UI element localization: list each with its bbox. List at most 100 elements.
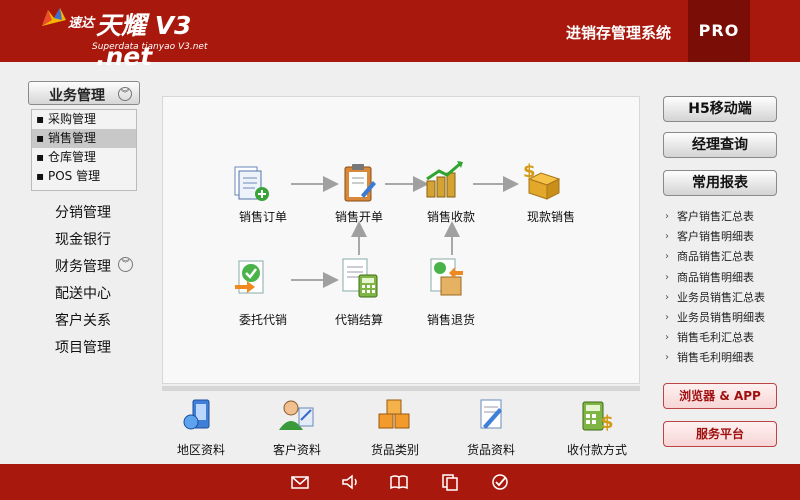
- chevron-right-icon: ›: [665, 291, 669, 303]
- report-link[interactable]: › 商品销售明细表: [663, 268, 793, 288]
- product-name: 天耀 V3 .net: [96, 11, 192, 71]
- footer-bar: [0, 464, 800, 500]
- nav-item-cash-bank[interactable]: 现金银行: [55, 229, 111, 249]
- edition-badge: PRO: [688, 0, 750, 62]
- sales-invoice-icon[interactable]: [337, 161, 381, 205]
- region-data-item[interactable]: 地区资料: [156, 392, 246, 458]
- payment-method-icon: $: [582, 401, 614, 433]
- brand-name: 速达: [68, 16, 95, 31]
- base-data-strip: 地区资料 客户资料 货品类别 货品资料 $ 收付款方式: [162, 392, 640, 464]
- sales-return-icon[interactable]: [425, 255, 469, 299]
- bullet-icon: ▪: [36, 112, 45, 126]
- submenu-item-warehouse[interactable]: ▪ 仓库管理: [32, 148, 136, 167]
- report-label: 业务员销售汇总表: [677, 290, 765, 304]
- goods-info-label: 货品资料: [466, 443, 515, 457]
- documents-icon[interactable]: [440, 473, 460, 491]
- h5-mobile-button[interactable]: H5移动端: [663, 96, 777, 122]
- consignment-settle-icon[interactable]: [337, 255, 381, 299]
- submenu-label: 仓库管理: [48, 150, 97, 164]
- logo: 速达 天耀 V3 .net Superdata tianyao V3.net: [40, 6, 240, 71]
- report-link[interactable]: › 业务员销售明细表: [663, 308, 793, 328]
- chevron-right-icon: ›: [665, 311, 669, 323]
- chevron-down-icon[interactable]: ︾: [118, 257, 133, 272]
- submenu-item-sales[interactable]: ▪ 销售管理: [32, 129, 136, 148]
- goods-category-label: 货品类别: [370, 443, 419, 457]
- bullet-icon: ▪: [36, 150, 45, 164]
- bullet-icon: ▪: [36, 131, 45, 145]
- chevron-down-icon: ︾: [118, 87, 132, 101]
- book-icon[interactable]: [389, 473, 409, 491]
- report-label: 客户销售明细表: [677, 230, 754, 244]
- report-link[interactable]: › 客户销售明细表: [663, 227, 793, 247]
- consignment-label[interactable]: 委托代销: [223, 311, 303, 328]
- report-link[interactable]: › 客户销售汇总表: [663, 207, 793, 227]
- nav-item-distribution[interactable]: 分销管理: [55, 202, 111, 222]
- goods-info-icon: [480, 399, 502, 429]
- report-label: 商品销售明细表: [677, 270, 754, 284]
- report-link[interactable]: › 业务员销售汇总表: [663, 288, 793, 308]
- submenu-item-purchase[interactable]: ▪ 采购管理: [32, 110, 136, 129]
- browser-app-button[interactable]: 浏览器 & APP: [663, 383, 777, 409]
- svg-text:$: $: [601, 412, 614, 432]
- sales-flow-panel: 销售订单 销售开单 销售收款 $ 现款销售 委托代销 代销结算 销售退货: [162, 96, 640, 384]
- report-label: 销售毛利明细表: [677, 351, 754, 365]
- sales-receipt-icon[interactable]: [423, 159, 467, 203]
- service-platform-button[interactable]: 服务平台: [663, 421, 777, 447]
- goods-info-item[interactable]: 货品资料: [446, 392, 536, 458]
- bullet-icon: ▪: [36, 169, 45, 183]
- payment-method-item[interactable]: $ 收付款方式: [552, 392, 642, 458]
- region-label: 地区资料: [176, 443, 225, 457]
- submenu-item-pos[interactable]: ▪ POS 管理: [32, 167, 136, 186]
- business-management-label: 业务管理: [49, 88, 105, 104]
- product-subtitle: Superdata tianyao V3.net: [92, 42, 208, 52]
- report-label: 销售毛利汇总表: [677, 331, 754, 345]
- sales-invoice-label[interactable]: 销售开单: [319, 208, 399, 225]
- submenu-label: POS 管理: [48, 169, 101, 183]
- check-icon[interactable]: [490, 473, 510, 491]
- nav-item-project[interactable]: 项目管理: [55, 337, 111, 357]
- manager-query-button[interactable]: 经理查询: [663, 132, 777, 158]
- common-reports-button[interactable]: 常用报表: [663, 170, 777, 196]
- chevron-right-icon: ›: [665, 231, 669, 243]
- sales-order-label[interactable]: 销售订单: [223, 208, 303, 225]
- consignment-icon[interactable]: [229, 255, 273, 299]
- business-submenu: ▪ 采购管理 ▪ 销售管理 ▪ 仓库管理 ▪ POS 管理: [31, 109, 137, 191]
- payment-method-label: 收付款方式: [566, 443, 627, 457]
- nav-item-customer-relations[interactable]: 客户关系: [55, 310, 111, 330]
- sales-return-label[interactable]: 销售退货: [411, 311, 491, 328]
- flow-arrows: [291, 176, 519, 288]
- customer-data-item[interactable]: 客户资料: [252, 392, 342, 458]
- sales-order-icon[interactable]: [229, 161, 273, 205]
- customer-icon: [279, 400, 314, 430]
- report-label: 业务员销售明细表: [677, 310, 765, 324]
- speaker-icon[interactable]: [340, 473, 360, 491]
- strip-separator: [162, 386, 640, 391]
- nav-item-finance[interactable]: 财务管理: [55, 256, 111, 276]
- region-icon: [183, 399, 210, 430]
- customer-label: 客户资料: [272, 443, 321, 457]
- business-management-button[interactable]: 业务管理 ︾: [28, 81, 140, 105]
- submenu-label: 销售管理: [48, 131, 97, 145]
- report-label: 商品销售汇总表: [677, 250, 754, 264]
- report-link[interactable]: › 销售毛利明细表: [663, 348, 793, 368]
- submenu-label: 采购管理: [48, 112, 97, 126]
- mail-icon[interactable]: [290, 473, 310, 491]
- cash-sale-label[interactable]: 现款销售: [511, 208, 591, 225]
- flag-logo-icon: [42, 8, 66, 26]
- sales-receipt-label[interactable]: 销售收款: [411, 208, 491, 225]
- report-link[interactable]: › 销售毛利汇总表: [663, 328, 793, 348]
- reports-list: › 客户销售汇总表 › 客户销售明细表 › 商品销售汇总表 › 商品销售明细表 › 业务员…: [663, 207, 793, 369]
- chevron-right-icon: ›: [665, 332, 669, 344]
- header-bar: 速达 天耀 V3 .net Superdata tianyao V3.net 进…: [0, 0, 800, 71]
- chevron-right-icon: ›: [665, 251, 669, 263]
- nav-item-distribution-center[interactable]: 配送中心: [55, 283, 111, 303]
- goods-category-item[interactable]: 货品类别: [350, 392, 440, 458]
- system-name: 进销存管理系统: [566, 24, 672, 42]
- report-link[interactable]: › 商品销售汇总表: [663, 247, 793, 267]
- consignment-settle-label[interactable]: 代销结算: [319, 311, 399, 328]
- goods-category-icon: [378, 399, 410, 429]
- cash-sale-icon[interactable]: $: [519, 159, 563, 203]
- chevron-right-icon: ›: [665, 271, 669, 283]
- svg-text:$: $: [523, 161, 536, 182]
- chevron-right-icon: ›: [665, 352, 669, 364]
